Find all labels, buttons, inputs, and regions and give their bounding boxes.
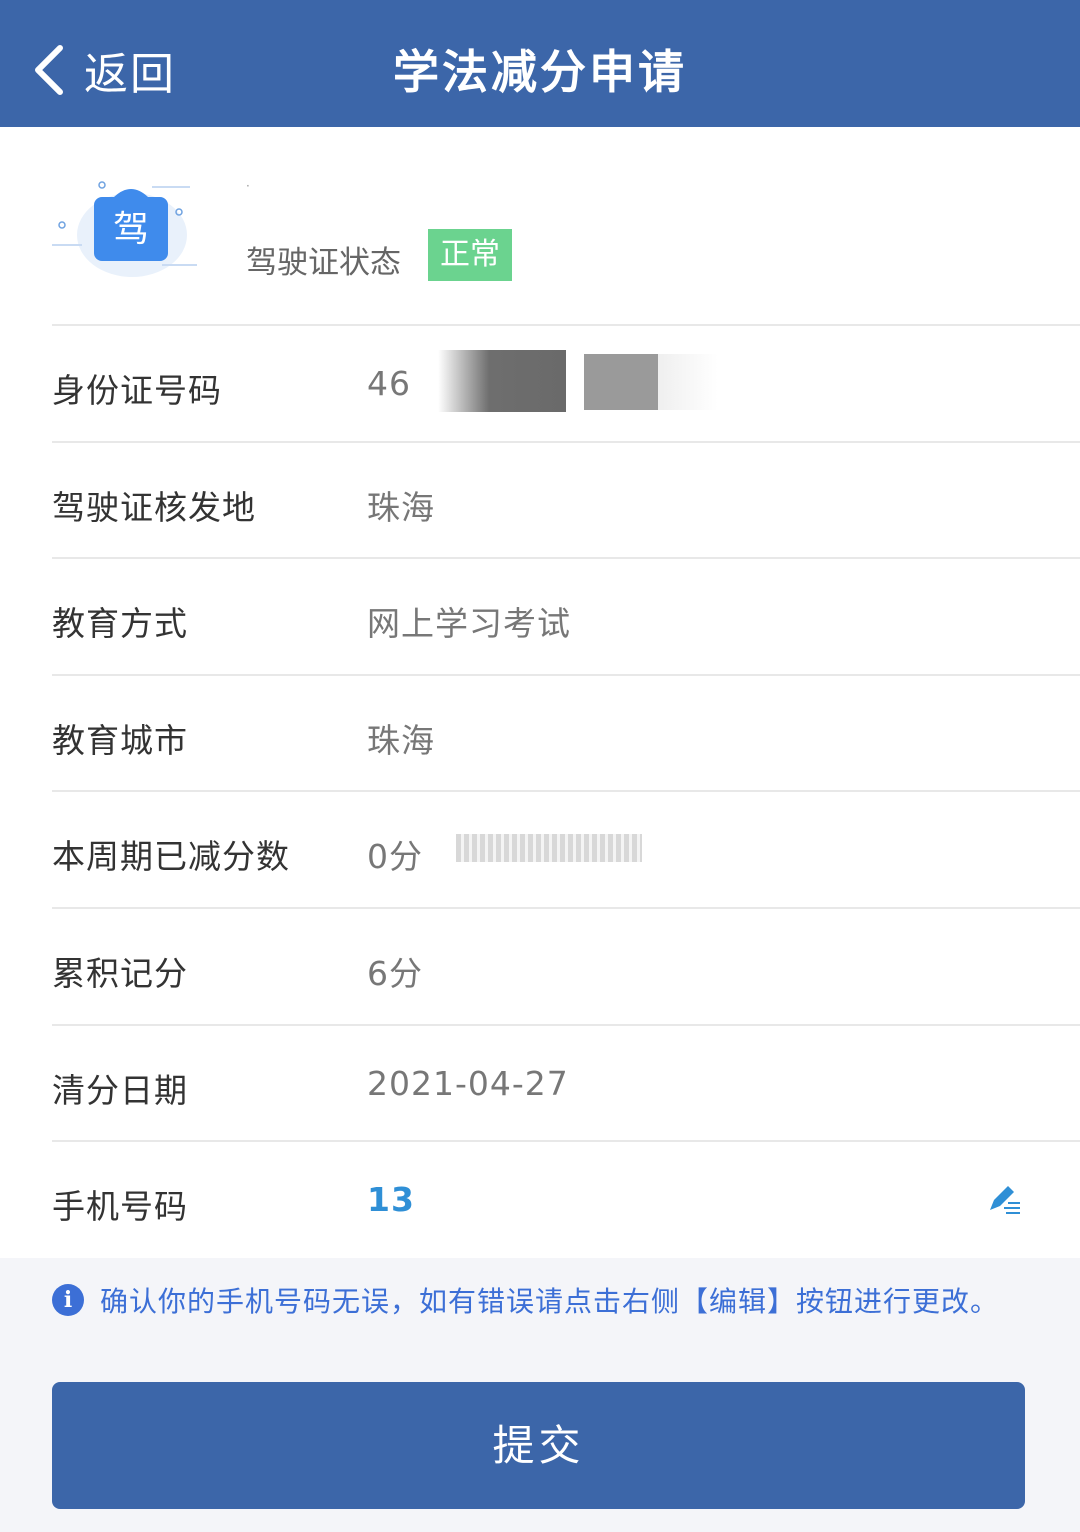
row-value: 珠海 xyxy=(367,487,435,527)
row-value: 0分 xyxy=(367,837,423,877)
edit-icon[interactable] xyxy=(986,1180,1022,1216)
info-list: 身份证号码 46 驾驶证核发地 珠海 教育方式 网上学习考试 教育城市 珠海 本… xyxy=(0,324,1080,1257)
row-clear-date: 清分日期 2021-04-27 xyxy=(52,1023,1080,1141)
license-card: 驾 · 驾驶证状态 正常 xyxy=(0,127,1080,324)
row-phone: 手机号码 13 xyxy=(52,1140,1080,1257)
redaction-mask xyxy=(438,350,566,412)
row-label: 手机号码 xyxy=(52,1187,188,1227)
row-id-number: 身份证号码 46 xyxy=(52,324,1080,441)
svg-text:驾: 驾 xyxy=(113,209,149,250)
row-value: 6分 xyxy=(367,953,423,993)
row-reduced-points: 本周期已减分数 0分 xyxy=(52,790,1080,907)
driver-license-icon: 驾 xyxy=(52,181,197,277)
row-label: 教育方式 xyxy=(52,604,188,644)
row-label: 本周期已减分数 xyxy=(52,837,290,877)
license-status-label: 驾驶证状态 xyxy=(246,245,401,281)
submit-button[interactable]: 提交 xyxy=(52,1382,1025,1509)
row-value: 网上学习考试 xyxy=(367,604,571,644)
notice-area: i 确认你的手机号码无误，如有错误请点击右侧【编辑】按钮进行更改。 提交 xyxy=(0,1258,1080,1532)
row-value: 46 xyxy=(367,364,411,403)
info-icon: i xyxy=(52,1284,84,1316)
status-badge: 正常 xyxy=(428,229,512,281)
row-label: 清分日期 xyxy=(52,1070,188,1110)
redaction-mask xyxy=(584,354,658,410)
row-accumulated-points: 累积记分 6分 xyxy=(52,906,1080,1024)
nav-bar: 返回 学法减分申请 xyxy=(0,0,1080,127)
row-issuing-place: 驾驶证核发地 珠海 xyxy=(52,440,1080,558)
row-label: 累积记分 xyxy=(52,953,188,993)
row-label: 身份证号码 xyxy=(52,371,222,410)
row-label: 教育城市 xyxy=(52,720,188,760)
row-value: 珠海 xyxy=(367,720,435,760)
row-value: 2021-04-27 xyxy=(367,1063,569,1103)
row-education-city: 教育城市 珠海 xyxy=(52,673,1080,791)
phone-value: 13 xyxy=(367,1180,415,1220)
row-education-method: 教育方式 网上学习考试 xyxy=(52,557,1080,674)
decorative-dot: · xyxy=(246,179,250,193)
redaction-mask xyxy=(658,354,718,410)
redaction-mask xyxy=(456,834,642,863)
row-label: 驾驶证核发地 xyxy=(52,487,256,527)
page-title: 学法减分申请 xyxy=(393,45,687,99)
redaction-mask xyxy=(412,1172,442,1223)
notice-text: 确认你的手机号码无误，如有错误请点击右侧【编辑】按钮进行更改。 xyxy=(100,1285,1000,1318)
